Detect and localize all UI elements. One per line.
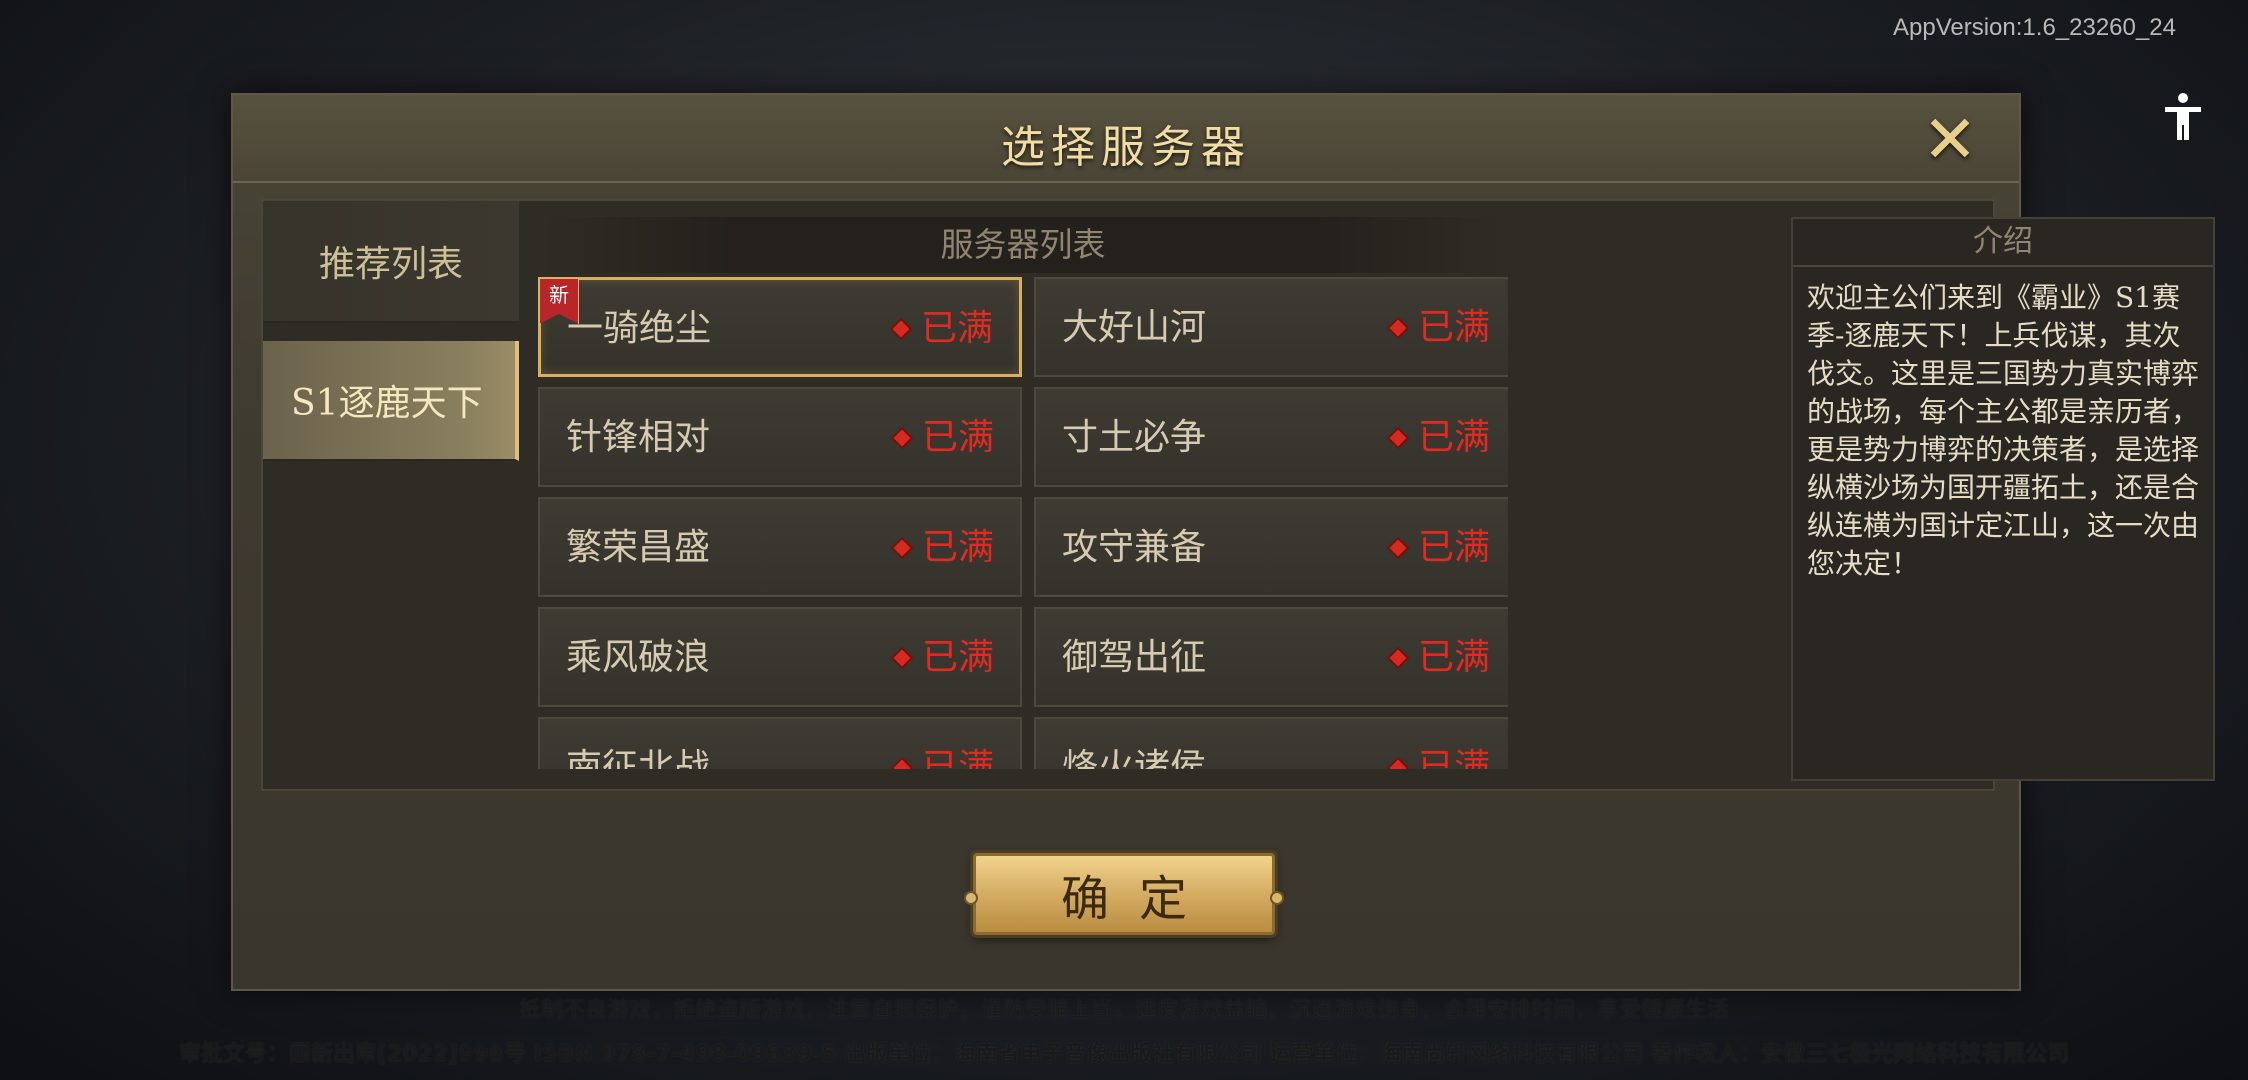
intro-panel: 介绍 欢迎主公们来到《霸业》S1赛季-逐鹿天下！上兵伐谋，其次伐交。这里是三国势… bbox=[1791, 217, 2215, 781]
server-name: 大好山河 bbox=[1062, 307, 1207, 348]
server-name: 御驾出征 bbox=[1062, 637, 1207, 678]
server-card[interactable]: 新 一骑绝尘 已满 bbox=[538, 277, 1022, 377]
server-name: 寸土必争 bbox=[1062, 417, 1207, 458]
status-dot-icon bbox=[893, 539, 911, 557]
dialog-title: 选择服务器 bbox=[1001, 122, 1251, 173]
health-notice: 抵制不良游戏，拒绝盗版游戏，注意自我保护，谨防受骗上当，适度游戏益脑，沉迷游戏伤… bbox=[518, 998, 1729, 1023]
confirm-label: 确定 bbox=[1060, 871, 1217, 927]
server-list[interactable]: 新 一骑绝尘 已满 大好山河 已满 针锋相对 已满 寸土必争 已满 繁荣昌盛 已… bbox=[538, 277, 1508, 769]
close-button[interactable]: ✕ bbox=[1919, 101, 1981, 178]
server-card[interactable]: 御驾出征 已满 bbox=[1034, 607, 1508, 707]
server-list-header: 服务器列表 bbox=[538, 217, 1508, 273]
intro-text: 欢迎主公们来到《霸业》S1赛季-逐鹿天下！上兵伐谋，其次伐交。这里是三国势力真实… bbox=[1807, 281, 2200, 580]
server-card[interactable]: 大好山河 已满 bbox=[1034, 277, 1508, 377]
status-dot-icon bbox=[893, 649, 911, 667]
server-card[interactable]: 寸土必争 已满 bbox=[1034, 387, 1508, 487]
server-name: 南征北战 bbox=[566, 747, 711, 769]
server-name: 繁荣昌盛 bbox=[566, 527, 711, 568]
content-panel: 推荐列表 S1逐鹿天下 服务器列表 新 一骑绝尘 已满 大好山河 已满 针锋相对… bbox=[261, 199, 2215, 791]
server-name: 乘风破浪 bbox=[566, 637, 711, 678]
button-ornament bbox=[1270, 891, 1284, 905]
close-icon: ✕ bbox=[1922, 101, 1978, 178]
server-card[interactable]: 南征北战 已满 bbox=[538, 717, 1022, 769]
status-dot-icon bbox=[892, 320, 910, 338]
dialog-header: 选择服务器 ✕ bbox=[233, 95, 2019, 183]
category-label: S1逐鹿天下 bbox=[291, 383, 483, 424]
server-status: 已满 bbox=[1389, 415, 1490, 461]
intro-title: 介绍 bbox=[1793, 219, 2213, 267]
button-ornament bbox=[964, 891, 978, 905]
status-dot-icon bbox=[1389, 759, 1407, 769]
category-label: 推荐列表 bbox=[318, 244, 463, 285]
category-s1[interactable]: S1逐鹿天下 bbox=[263, 341, 519, 461]
server-status: 已满 bbox=[893, 745, 994, 769]
status-dot-icon bbox=[893, 429, 911, 447]
status-dot-icon bbox=[1389, 539, 1407, 557]
server-name: 烽火诸侯 bbox=[1062, 747, 1207, 769]
server-name: 攻守兼备 bbox=[1062, 527, 1207, 568]
confirm-button[interactable]: 确定 bbox=[964, 853, 1284, 935]
category-recommended[interactable]: 推荐列表 bbox=[263, 201, 519, 323]
server-status: 已满 bbox=[1389, 635, 1490, 681]
server-status: 已满 bbox=[893, 525, 994, 571]
server-card[interactable]: 针锋相对 已满 bbox=[538, 387, 1022, 487]
server-status: 已满 bbox=[1389, 525, 1490, 571]
server-name: 一骑绝尘 bbox=[567, 308, 712, 349]
server-status: 已满 bbox=[1389, 305, 1490, 351]
status-dot-icon bbox=[1389, 319, 1407, 337]
server-status: 已满 bbox=[893, 635, 994, 681]
status-dot-icon bbox=[893, 759, 911, 769]
server-card[interactable]: 繁荣昌盛 已满 bbox=[538, 497, 1022, 597]
server-status: 已满 bbox=[1389, 745, 1490, 769]
server-card[interactable]: 攻守兼备 已满 bbox=[1034, 497, 1508, 597]
license-info: 审批文号：国新出审[2022]998号 ISBN 978-7-498-09639… bbox=[178, 1042, 2070, 1067]
server-status: 已满 bbox=[892, 306, 993, 352]
status-dot-icon bbox=[1389, 649, 1407, 667]
server-status: 已满 bbox=[893, 415, 994, 461]
server-select-dialog: 选择服务器 ✕ 推荐列表 S1逐鹿天下 服务器列表 新 一骑绝尘 已满 大好山河… bbox=[231, 93, 2215, 991]
server-name: 针锋相对 bbox=[566, 417, 711, 458]
category-column: 推荐列表 S1逐鹿天下 bbox=[263, 201, 521, 789]
status-dot-icon bbox=[1389, 429, 1407, 447]
accessibility-icon[interactable] bbox=[2150, 84, 2216, 150]
server-card[interactable]: 烽火诸侯 已满 bbox=[1034, 717, 1508, 769]
server-card[interactable]: 乘风破浪 已满 bbox=[538, 607, 1022, 707]
